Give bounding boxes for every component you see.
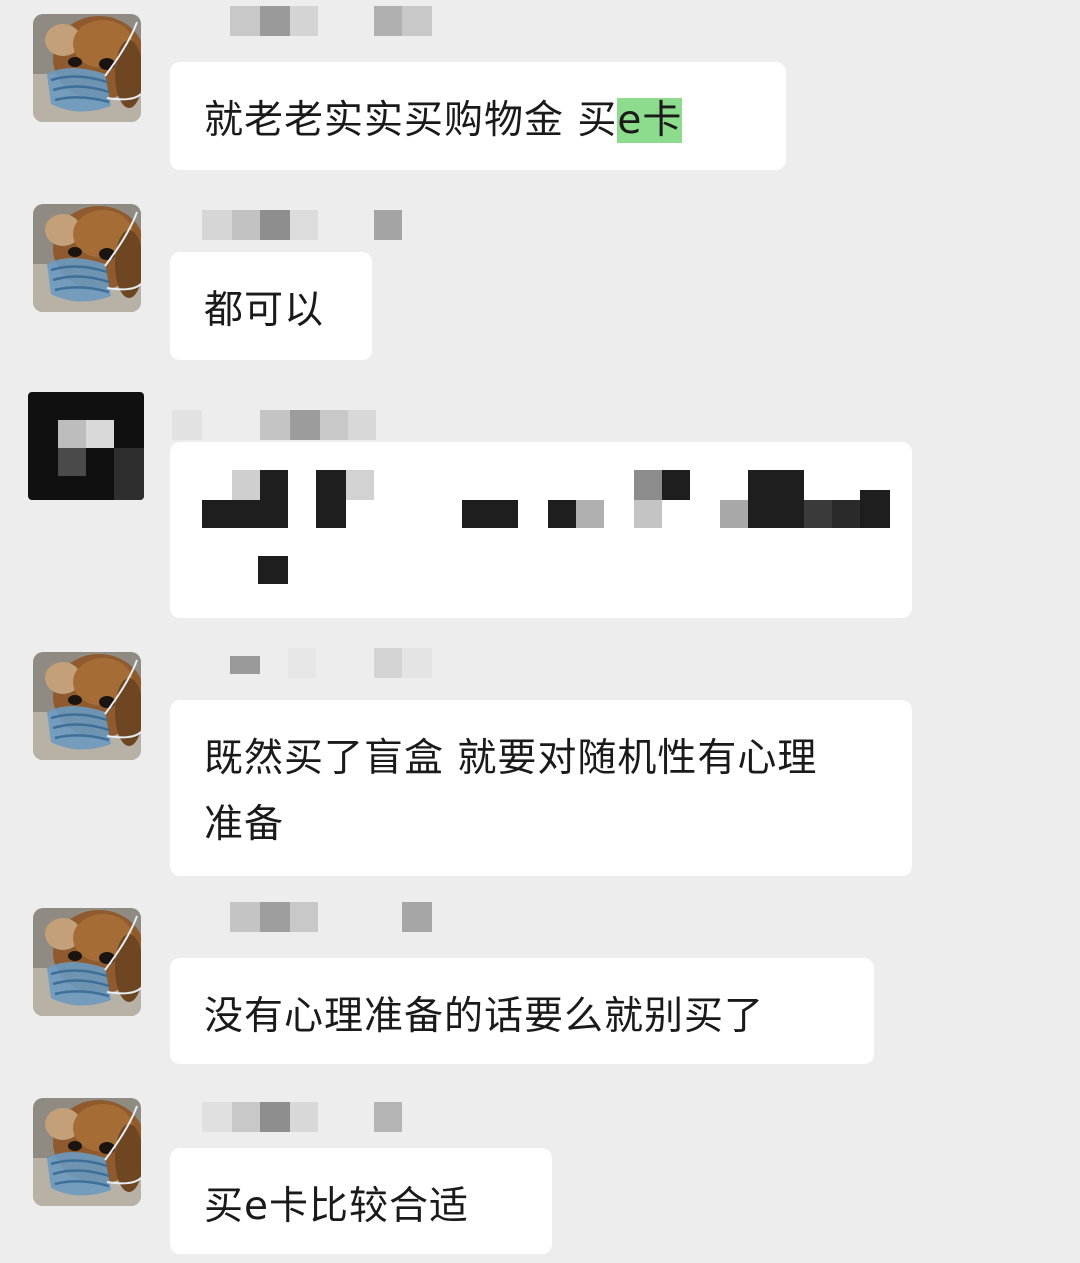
redacted-sender-name	[172, 410, 492, 440]
chat-message: 买e卡比较合适	[0, 1090, 1080, 1263]
redacted-sender-name	[172, 210, 492, 240]
chat-message: 就老老实实买购物金 买e卡	[0, 0, 1080, 190]
redacted-message-bubble[interactable]	[170, 442, 912, 618]
redacted-sender-name	[172, 1102, 492, 1132]
message-text-line: 准备	[204, 802, 285, 847]
message-bubble[interactable]: 都可以	[170, 252, 372, 360]
message-bubble[interactable]: 买e卡比较合适	[170, 1148, 552, 1254]
chat-message: 既然买了盲盒 就要对随机性有心理 准备	[0, 640, 1080, 890]
message-text: 就老老实实买购物金 买	[204, 98, 618, 143]
message-bubble[interactable]: 没有心理准备的话要么就别买了	[170, 958, 874, 1064]
pixelated-avatar-icon[interactable]	[28, 392, 144, 500]
dog-with-mask-avatar-icon[interactable]	[33, 908, 141, 1016]
message-text: 买e卡比较合适	[204, 1184, 469, 1229]
dog-with-mask-avatar-icon[interactable]	[33, 204, 141, 312]
chat-message	[0, 380, 1080, 640]
dog-with-mask-avatar-icon[interactable]	[33, 14, 141, 122]
dog-with-mask-avatar-icon[interactable]	[33, 652, 141, 760]
redacted-sender-name	[172, 902, 492, 932]
message-text-line: 既然买了盲盒 就要对随机性有心理	[204, 736, 818, 781]
message-bubble[interactable]: 就老老实实买购物金 买e卡	[170, 62, 786, 170]
redacted-sender-name	[172, 6, 492, 36]
message-bubble[interactable]: 既然买了盲盒 就要对随机性有心理 准备	[170, 700, 912, 876]
dog-with-mask-avatar-icon[interactable]	[33, 1098, 141, 1206]
chat-message: 没有心理准备的话要么就别买了	[0, 900, 1080, 1080]
chat-message: 都可以	[0, 200, 1080, 370]
redacted-sender-name	[172, 648, 492, 678]
message-text: 没有心理准备的话要么就别买了	[204, 994, 765, 1039]
message-text: 都可以	[204, 288, 325, 333]
chat-window: 就老老实实买购物金 买e卡 都可以 既然买了盲盒 就要对随机性有心理 准备 没有…	[0, 0, 1080, 1263]
highlighted-text: e卡	[617, 98, 683, 143]
